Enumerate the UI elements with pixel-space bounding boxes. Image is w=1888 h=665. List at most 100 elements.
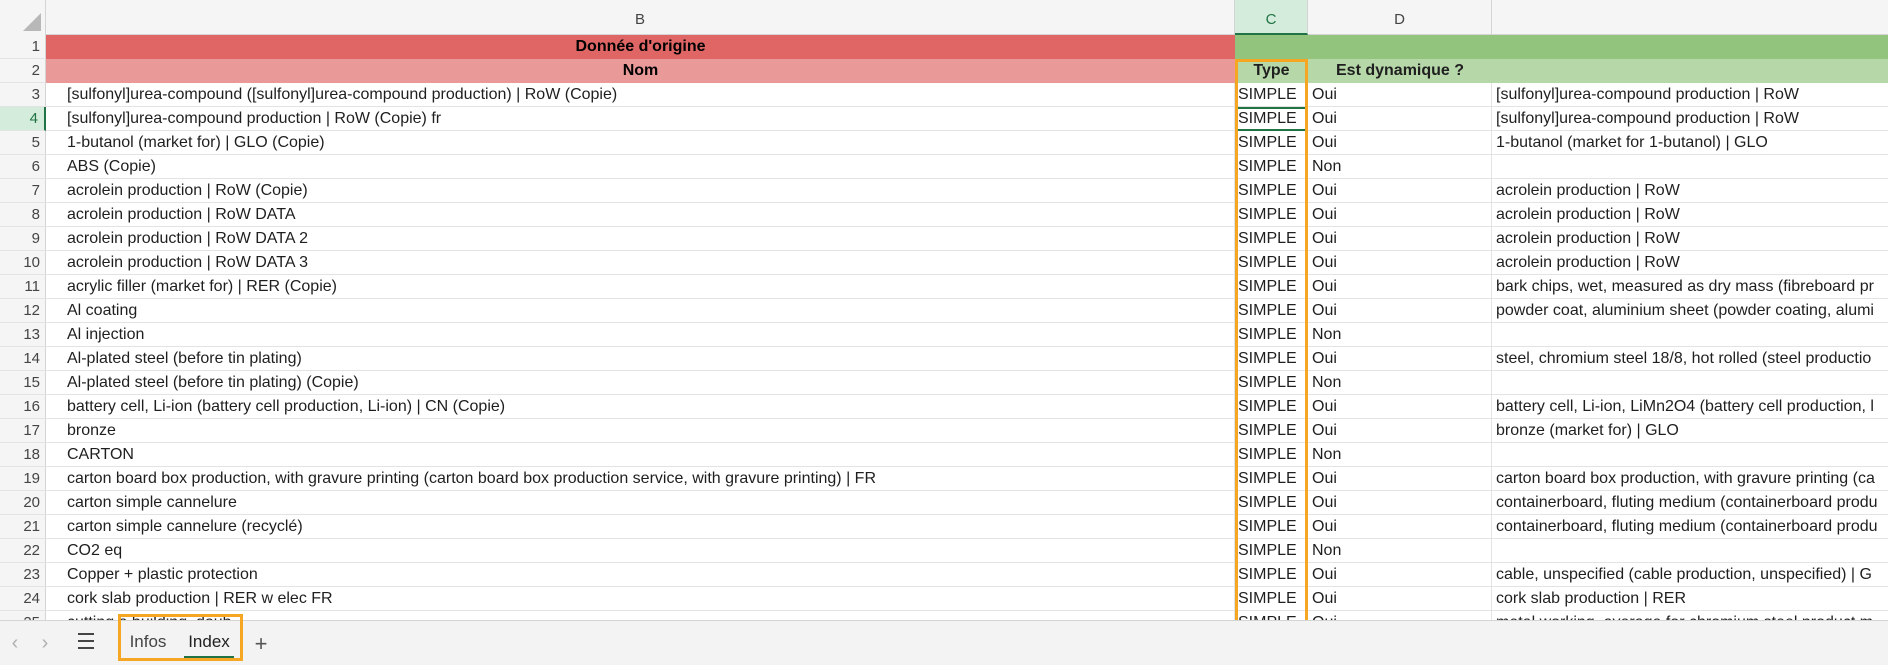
cell-reference[interactable]: bark chips, wet, measured as dry mass (f… — [1492, 275, 1888, 299]
cell-nom[interactable]: cork slab production | RER w elec FR — [46, 587, 1235, 611]
cell-reference[interactable]: cable, unspecified (cable production, un… — [1492, 563, 1888, 587]
cell-reference[interactable]: powder coat, aluminium sheet (powder coa… — [1492, 299, 1888, 323]
cell-type[interactable]: SIMPLE — [1235, 275, 1308, 299]
row-header[interactable]: 19 — [0, 467, 46, 491]
row-header[interactable]: 14 — [0, 347, 46, 371]
cell-type[interactable]: SIMPLE — [1235, 563, 1308, 587]
cell-nom[interactable]: carton simple cannelure (recyclé) — [46, 515, 1235, 539]
cell-area[interactable]: Donnée d'origine Nom Type Est dynamique … — [46, 35, 1888, 620]
cell-type[interactable]: SIMPLE — [1235, 611, 1308, 620]
cell-type[interactable]: SIMPLE — [1235, 131, 1308, 155]
cell-type[interactable]: SIMPLE — [1235, 587, 1308, 611]
cell-nom[interactable]: acrolein production | RoW DATA 3 — [46, 251, 1235, 275]
cell-nom[interactable]: Copper + plastic protection — [46, 563, 1235, 587]
row-header[interactable]: 7 — [0, 179, 46, 203]
cell-type[interactable]: SIMPLE — [1235, 419, 1308, 443]
row-header[interactable]: 1 — [0, 35, 46, 59]
header-cell-type[interactable]: Type — [1235, 59, 1308, 83]
cell-dynamic[interactable]: Oui — [1308, 347, 1492, 371]
cell-nom[interactable]: ABS (Copie) — [46, 155, 1235, 179]
cell-nom[interactable]: CO2 eq — [46, 539, 1235, 563]
cell-dynamic[interactable]: Oui — [1308, 275, 1492, 299]
row-header[interactable]: 18 — [0, 443, 46, 467]
cell-dynamic[interactable]: Oui — [1308, 467, 1492, 491]
cell-dynamic[interactable]: Oui — [1308, 227, 1492, 251]
cell-reference[interactable] — [1492, 539, 1888, 563]
cell-type[interactable]: SIMPLE — [1235, 227, 1308, 251]
row-header[interactable]: 2 — [0, 59, 46, 83]
row-header[interactable]: 25 — [0, 611, 46, 620]
cell-type[interactable]: SIMPLE — [1235, 395, 1308, 419]
cell-type[interactable]: SIMPLE — [1235, 443, 1308, 467]
cell-reference[interactable] — [1492, 443, 1888, 467]
cell-type[interactable]: SIMPLE — [1235, 203, 1308, 227]
row-header[interactable]: 12 — [0, 299, 46, 323]
cell-dynamic[interactable]: Non — [1308, 371, 1492, 395]
row-header[interactable]: 8 — [0, 203, 46, 227]
column-header-e[interactable] — [1492, 0, 1888, 35]
row-header[interactable]: 5 — [0, 131, 46, 155]
cell-type[interactable]: SIMPLE — [1235, 83, 1308, 107]
cell-reference[interactable]: acrolein production | RoW — [1492, 203, 1888, 227]
cell-reference[interactable]: carton board box production, with gravur… — [1492, 467, 1888, 491]
cell-nom[interactable]: [sulfonyl]urea-compound production | RoW… — [46, 107, 1235, 131]
header-cell-nom[interactable]: Nom — [46, 59, 1235, 83]
column-header-d[interactable]: D — [1308, 0, 1492, 35]
cell-dynamic[interactable]: Oui — [1308, 611, 1492, 620]
cell-reference[interactable] — [1492, 371, 1888, 395]
cell-reference[interactable]: containerboard, fluting medium (containe… — [1492, 515, 1888, 539]
cell-type[interactable]: SIMPLE — [1235, 107, 1308, 131]
cell-dynamic[interactable]: Oui — [1308, 419, 1492, 443]
header-cell-donnee-origine[interactable]: Donnée d'origine — [46, 35, 1235, 59]
cell-dynamic[interactable]: Oui — [1308, 395, 1492, 419]
cell-type[interactable]: SIMPLE — [1235, 155, 1308, 179]
cell-reference[interactable] — [1492, 323, 1888, 347]
cell-nom[interactable]: acrolein production | RoW DATA 2 — [46, 227, 1235, 251]
cell-type[interactable]: SIMPLE — [1235, 347, 1308, 371]
cell-reference[interactable]: acrolein production | RoW — [1492, 227, 1888, 251]
cell-dynamic[interactable]: Non — [1308, 323, 1492, 347]
row-header[interactable]: 23 — [0, 563, 46, 587]
next-sheet-icon[interactable]: › — [30, 621, 60, 665]
row-header[interactable]: 9 — [0, 227, 46, 251]
cell-nom[interactable]: Al-plated steel (before tin plating) (Co… — [46, 371, 1235, 395]
cell-nom[interactable]: Al coating — [46, 299, 1235, 323]
cell-type[interactable]: SIMPLE — [1235, 491, 1308, 515]
cell-reference[interactable]: containerboard, fluting medium (containe… — [1492, 491, 1888, 515]
cell-nom[interactable]: acrylic filler (market for) | RER (Copie… — [46, 275, 1235, 299]
cell-nom[interactable]: cutting a building, doub — [46, 611, 1235, 620]
cell-dynamic[interactable]: Oui — [1308, 131, 1492, 155]
cell-type[interactable]: SIMPLE — [1235, 251, 1308, 275]
row-header[interactable]: 4 — [0, 107, 46, 131]
row-header[interactable]: 24 — [0, 587, 46, 611]
cell-nom[interactable]: acrolein production | RoW (Copie) — [46, 179, 1235, 203]
row-header[interactable]: 6 — [0, 155, 46, 179]
cell-dynamic[interactable]: Oui — [1308, 563, 1492, 587]
cell-dynamic[interactable]: Oui — [1308, 107, 1492, 131]
cell-reference[interactable]: steel, chromium steel 18/8, hot rolled (… — [1492, 347, 1888, 371]
cell-nom[interactable]: Al-plated steel (before tin plating) — [46, 347, 1235, 371]
cell-type[interactable]: SIMPLE — [1235, 467, 1308, 491]
cell-reference[interactable]: bronze (market for) | GLO — [1492, 419, 1888, 443]
cell-reference[interactable]: acrolein production | RoW — [1492, 251, 1888, 275]
cell-nom[interactable]: acrolein production | RoW DATA — [46, 203, 1235, 227]
cell-reference[interactable]: [sulfonyl]urea-compound production | RoW — [1492, 107, 1888, 131]
row-header[interactable]: 3 — [0, 83, 46, 107]
cell-dynamic[interactable]: Oui — [1308, 299, 1492, 323]
cell-type[interactable]: SIMPLE — [1235, 299, 1308, 323]
sheet-list-menu-icon[interactable] — [78, 633, 98, 649]
cell-nom[interactable]: carton board box production, with gravur… — [46, 467, 1235, 491]
cell-dynamic[interactable]: Oui — [1308, 587, 1492, 611]
row-header[interactable]: 22 — [0, 539, 46, 563]
cell-nom[interactable]: Al injection — [46, 323, 1235, 347]
cell-nom[interactable]: battery cell, Li-ion (battery cell produ… — [46, 395, 1235, 419]
cell-dynamic[interactable]: Oui — [1308, 515, 1492, 539]
header-cell-e[interactable] — [1492, 59, 1888, 83]
cell-dynamic[interactable]: Non — [1308, 155, 1492, 179]
cell-nom[interactable]: CARTON — [46, 443, 1235, 467]
cell-dynamic[interactable]: Oui — [1308, 491, 1492, 515]
cell-type[interactable]: SIMPLE — [1235, 179, 1308, 203]
cell-type[interactable]: SIMPLE — [1235, 323, 1308, 347]
cell-dynamic[interactable]: Oui — [1308, 251, 1492, 275]
tab-index[interactable]: Index — [178, 621, 240, 665]
